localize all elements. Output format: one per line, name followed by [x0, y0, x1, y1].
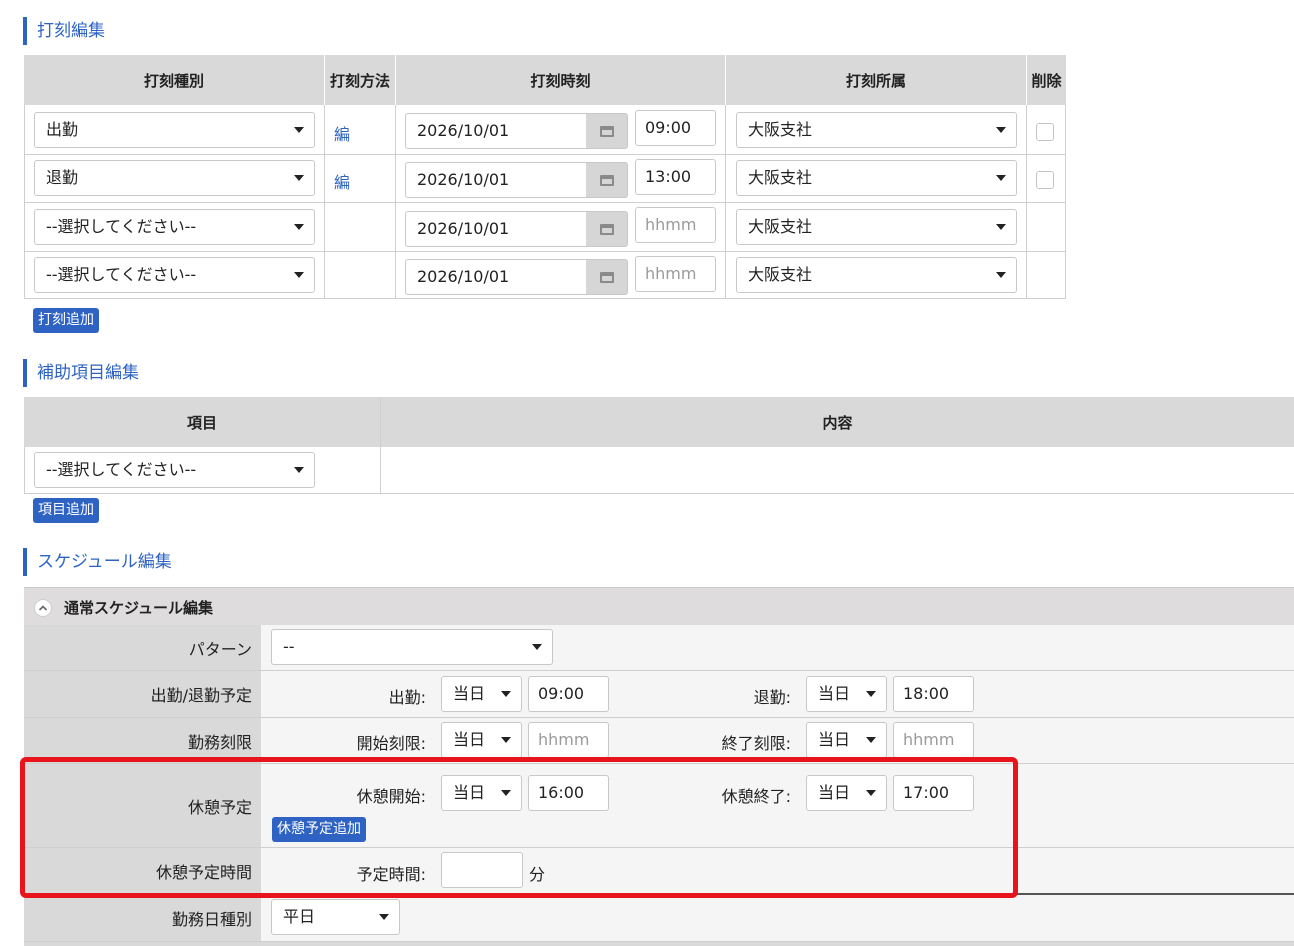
header-punch-affiliation: 打刻所属: [726, 55, 1026, 105]
schedule-panel-header[interactable]: 通常スケジュール編集: [24, 587, 1294, 625]
calendar-button[interactable]: [586, 211, 628, 247]
pattern-select[interactable]: --: [271, 629, 553, 665]
punch-time-input[interactable]: 09:00: [635, 110, 716, 146]
punch-time-input[interactable]: hhmm: [635, 256, 716, 292]
chevron-down-icon: [866, 737, 876, 743]
punch-date-input[interactable]: 2026/10/01: [405, 113, 587, 149]
punch-type-select[interactable]: --選択してください--: [34, 209, 315, 245]
punch-type-select[interactable]: 出勤: [34, 112, 315, 148]
punch-type-select[interactable]: 退勤: [34, 160, 315, 196]
punch-section-title: 打刻編集: [23, 17, 105, 45]
punch-method-edit-link[interactable]: 編: [334, 121, 350, 145]
day-type-select[interactable]: 平日: [271, 899, 400, 935]
delete-checkbox[interactable]: [1036, 171, 1054, 189]
aux-item-select[interactable]: --選択してください--: [34, 452, 315, 488]
calendar-icon: [599, 224, 614, 235]
chevron-down-icon: [996, 175, 1006, 181]
add-punch-button[interactable]: 打刻追加: [33, 308, 99, 333]
chevron-down-icon: [294, 127, 304, 133]
limit-start-time-input[interactable]: hhmm: [528, 722, 609, 758]
chevron-down-icon: [996, 224, 1006, 230]
collapse-icon[interactable]: [34, 599, 52, 617]
schedule-section-title: スケジュール編集: [23, 548, 172, 576]
punch-affiliation-select[interactable]: 大阪支社: [736, 112, 1017, 148]
work-start-time-input[interactable]: 09:00: [528, 676, 609, 712]
calendar-button[interactable]: [586, 162, 628, 198]
calendar-button[interactable]: [586, 113, 628, 149]
header-punch-method: 打刻方法: [325, 55, 395, 105]
header-delete: 削除: [1027, 55, 1066, 105]
chevron-down-icon: [294, 175, 304, 181]
chevron-down-icon: [294, 272, 304, 278]
highlight-box: [20, 757, 1018, 898]
punch-affiliation-select[interactable]: 大阪支社: [736, 257, 1017, 293]
pattern-label: パターン: [24, 625, 261, 670]
limit-end-time-input[interactable]: hhmm: [893, 722, 974, 758]
chevron-down-icon: [532, 644, 542, 650]
punch-time-input[interactable]: 13:00: [635, 159, 716, 195]
calendar-icon: [599, 126, 614, 137]
calendar-icon: [599, 272, 614, 283]
header-punch-time: 打刻時刻: [396, 55, 725, 105]
punch-time-input[interactable]: hhmm: [635, 207, 716, 243]
delete-checkbox[interactable]: [1036, 123, 1054, 141]
header-item: 項目: [24, 397, 380, 447]
chevron-down-icon: [866, 691, 876, 697]
work-end-day-select[interactable]: 当日: [806, 676, 887, 712]
chevron-down-icon: [294, 224, 304, 230]
work-start-label: 出勤:: [388, 688, 426, 707]
chevron-down-icon: [996, 272, 1006, 278]
aux-section-title: 補助項目編集: [23, 359, 139, 387]
punch-method-edit-link[interactable]: 編: [334, 169, 350, 193]
chevron-down-icon: [379, 914, 389, 920]
chevron-down-icon: [501, 691, 511, 697]
work-end-label: 退勤:: [753, 688, 791, 707]
work-end-time-input[interactable]: 18:00: [893, 676, 974, 712]
punch-date-input[interactable]: 2026/10/01: [405, 259, 587, 295]
punch-date-input[interactable]: 2026/10/01: [405, 162, 587, 198]
limit-end-day-select[interactable]: 当日: [806, 722, 887, 758]
punch-type-select[interactable]: --選択してください--: [34, 257, 315, 293]
work-start-day-select[interactable]: 当日: [441, 676, 522, 712]
punch-affiliation-select[interactable]: 大阪支社: [736, 209, 1017, 245]
calendar-icon: [599, 175, 614, 186]
calendar-button[interactable]: [586, 259, 628, 295]
header-content: 内容: [381, 397, 1294, 447]
header-punch-type: 打刻種別: [24, 55, 324, 105]
chevron-down-icon: [294, 467, 304, 473]
limit-start-label: 開始刻限:: [356, 734, 426, 753]
add-item-button[interactable]: 項目追加: [33, 498, 99, 523]
work-schedule-label: 出勤/退勤予定: [24, 671, 261, 717]
chevron-down-icon: [501, 737, 511, 743]
punch-affiliation-select[interactable]: 大阪支社: [736, 160, 1017, 196]
schedule-panel-title: 通常スケジュール編集: [64, 599, 213, 617]
limit-end-label: 終了刻限:: [721, 734, 791, 753]
punch-date-input[interactable]: 2026/10/01: [405, 211, 587, 247]
limit-start-day-select[interactable]: 当日: [441, 722, 522, 758]
chevron-down-icon: [996, 127, 1006, 133]
day-type-label: 勤務日種別: [24, 895, 261, 941]
